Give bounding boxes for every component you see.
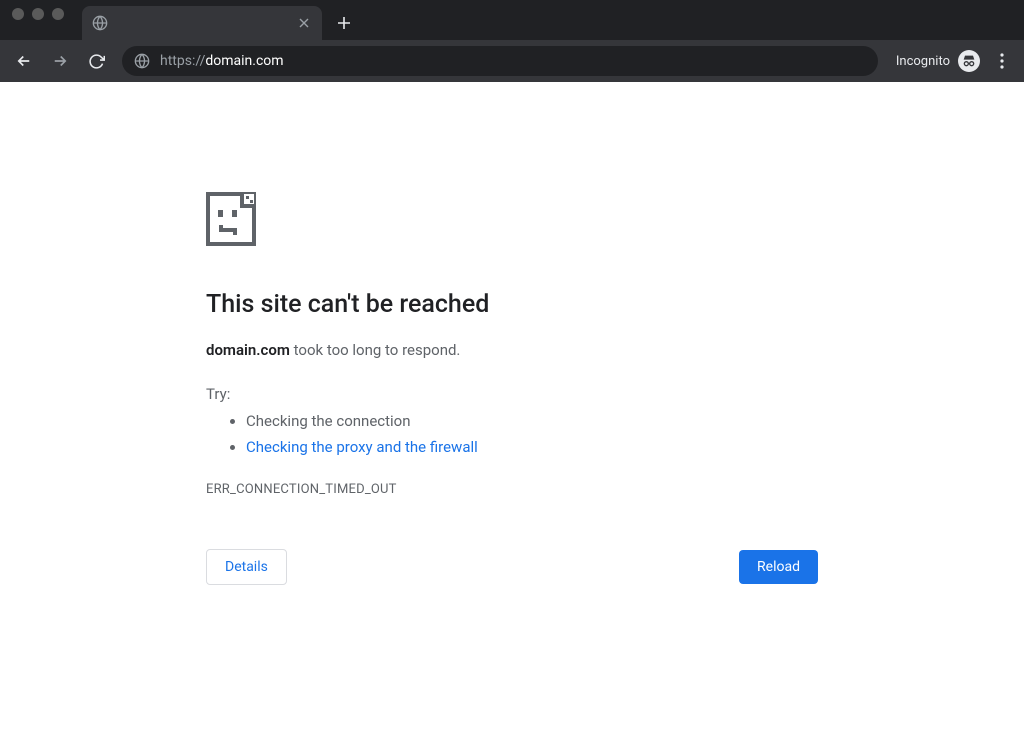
error-domain: domain.com (206, 341, 290, 359)
window-minimize-button[interactable] (32, 8, 44, 20)
suggestion-link[interactable]: Checking the proxy and the firewall (246, 438, 478, 456)
globe-icon (92, 15, 108, 31)
url-protocol: https:// (160, 53, 205, 69)
browser-tab[interactable] (82, 6, 322, 40)
window-titlebar (0, 0, 1024, 40)
site-info-icon[interactable] (134, 53, 150, 69)
page-content: This site can't be reached domain.com to… (0, 82, 1024, 585)
suggestion-text: Checking the connection (246, 412, 411, 430)
new-tab-button[interactable] (330, 9, 358, 37)
error-container: This site can't be reached domain.com to… (202, 192, 822, 585)
back-button[interactable] (8, 45, 40, 77)
error-heading: This site can't be reached (206, 290, 818, 319)
incognito-label: Incognito (896, 54, 950, 69)
reload-button[interactable]: Reload (739, 550, 818, 584)
suggestions-list: Checking the connection Checking the pro… (206, 409, 818, 460)
address-bar[interactable]: https://domain.com (122, 46, 878, 76)
error-code: ERR_CONNECTION_TIMED_OUT (206, 482, 818, 497)
window-close-button[interactable] (12, 8, 24, 20)
error-message: took too long to respond. (290, 341, 461, 359)
url-domain: domain.com (205, 53, 283, 69)
suggestion-item: Checking the proxy and the firewall (246, 435, 818, 461)
incognito-icon[interactable] (958, 50, 980, 72)
suggestion-item: Checking the connection (246, 409, 818, 435)
try-label: Try: (206, 385, 818, 403)
window-controls (12, 0, 82, 40)
button-row: Details Reload (206, 549, 818, 585)
sad-page-icon (206, 192, 818, 250)
close-tab-button[interactable] (296, 15, 312, 31)
details-button[interactable]: Details (206, 549, 287, 585)
toolbar-right-controls: Incognito (888, 45, 1016, 77)
url-text: https://domain.com (160, 53, 284, 69)
browser-toolbar: https://domain.com Incognito (0, 40, 1024, 82)
forward-button[interactable] (44, 45, 76, 77)
window-maximize-button[interactable] (52, 8, 64, 20)
error-subline: domain.com took too long to respond. (206, 341, 818, 359)
reload-toolbar-button[interactable] (80, 45, 112, 77)
browser-menu-button[interactable] (988, 45, 1016, 77)
